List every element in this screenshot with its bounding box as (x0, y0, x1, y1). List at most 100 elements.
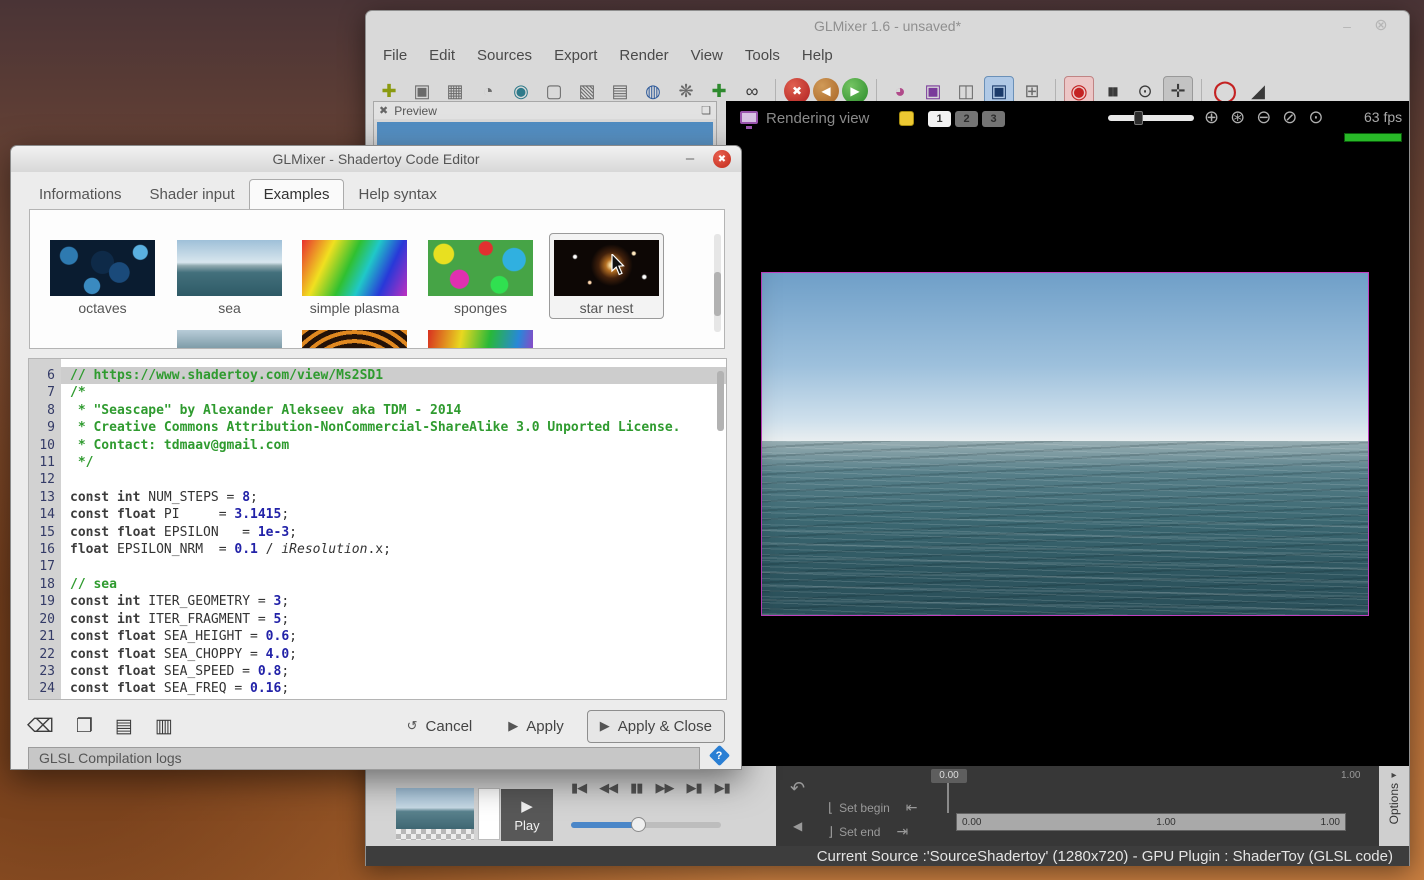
example-simple-plasma[interactable]: simple plasma (302, 240, 407, 316)
line-number: 15 (39, 524, 55, 540)
pause-icon[interactable]: ▮▮ (630, 780, 643, 796)
tab-informations[interactable]: Informations (25, 180, 136, 210)
duplicate-code-icon[interactable]: ❐ (76, 715, 93, 738)
menu-export[interactable]: Export (543, 43, 608, 69)
example-thumbnail-partial[interactable] (177, 330, 282, 348)
code-line: 23 const float SEA_SPEED = 0.8; (29, 663, 726, 680)
dialog-titlebar[interactable]: GLMixer - Shadertoy Code Editor – ✖ (11, 146, 741, 172)
menu-edit[interactable]: Edit (418, 43, 466, 69)
dialog-title: GLMixer - Shadertoy Code Editor (272, 151, 480, 167)
code-scrollbar[interactable] (717, 367, 724, 693)
example-thumbnail-partial[interactable] (302, 330, 407, 348)
dialog-minimize-icon[interactable]: – (681, 150, 699, 167)
line-number: 17 (39, 559, 55, 575)
menu-help[interactable]: Help (791, 43, 844, 69)
example-label: octaves (78, 300, 127, 316)
zoom-in-icon[interactable]: ⊕ (1204, 107, 1219, 128)
line-number: 13 (39, 489, 55, 505)
menu-tools[interactable]: Tools (734, 43, 791, 69)
line-number: 21 (39, 629, 55, 645)
skip-backward-icon[interactable]: ▮◀ (571, 780, 587, 796)
cancel-button[interactable]: ↺ Cancel (394, 710, 486, 743)
zoom-reset-icon[interactable]: ⊘ (1282, 107, 1297, 128)
line-number: 12 (39, 472, 55, 488)
collapse-timeline-icon[interactable]: ◀ (793, 819, 802, 833)
end-mark-icon[interactable]: ⌋ (828, 824, 833, 840)
minimize-icon[interactable]: – (1337, 17, 1357, 35)
line-number: 6 (47, 368, 55, 383)
play-label: Play (514, 818, 540, 833)
example-octaves[interactable]: octaves (50, 240, 155, 316)
layer-button-3[interactable]: 3 (982, 111, 1005, 127)
set-begin-row: ⌊ Set begin ⇤ (828, 799, 918, 816)
options-strip[interactable]: ▸ Options (1379, 766, 1409, 846)
menu-file[interactable]: File (372, 43, 418, 69)
compilation-logs-label: GLSL Compilation logs (39, 750, 182, 766)
fast-forward-icon[interactable]: ▶▶ (655, 780, 674, 796)
line-number: 23 (39, 663, 55, 679)
source-thumbnail[interactable] (396, 788, 474, 840)
toolbar-separator (775, 79, 776, 103)
preview-detach-icon[interactable]: ❏ (701, 104, 711, 117)
close-icon[interactable]: ⊗ (1371, 17, 1391, 35)
apply-button[interactable]: ▶ Apply (495, 710, 577, 743)
insert-template-icon[interactable]: ▥ (155, 715, 173, 738)
skip-forward-icon[interactable]: ▶▮ (686, 780, 702, 796)
code-editor[interactable]: 6// https://www.shadertoy.com/view/Ms2SD… (28, 358, 727, 700)
help-icon[interactable]: ? (708, 744, 731, 767)
tab-shader-input[interactable]: Shader input (136, 180, 249, 210)
goto-end-icon[interactable]: ⇥ (896, 823, 908, 840)
example-star-nest[interactable]: star nest (549, 233, 664, 319)
example-sponges[interactable]: sponges (428, 240, 533, 316)
code-line: 10 * Contact: tdmaav@gmail.com (29, 437, 726, 454)
line-number: 22 (39, 646, 55, 662)
dialog-close-icon[interactable]: ✖ (713, 150, 731, 168)
preview-close-icon[interactable]: ✖ (379, 104, 388, 117)
timeline-speed-value: 1.00 (1156, 816, 1176, 828)
apply-close-button[interactable]: ▶ Apply & Close (586, 709, 725, 743)
zoom-slider[interactable] (1108, 111, 1194, 125)
zoom-slider-knob[interactable] (1134, 111, 1143, 125)
render-output[interactable] (761, 272, 1369, 616)
compilation-logs-bar[interactable]: GLSL Compilation logs (28, 747, 700, 770)
timeline-track[interactable]: 0.00 1.00 1.00 (956, 813, 1346, 831)
example-thumbnail (554, 240, 659, 296)
begin-mark-icon[interactable]: ⌊ (828, 800, 833, 816)
source-slot[interactable] (478, 788, 500, 840)
speed-slider-knob[interactable] (631, 817, 646, 832)
window-titlebar[interactable]: GLMixer 1.6 - unsaved* – ⊗ (366, 11, 1409, 41)
paste-code-icon[interactable]: ▤ (115, 715, 133, 738)
example-thumbnail-partial[interactable] (428, 330, 533, 348)
example-sea[interactable]: sea (177, 240, 282, 316)
clear-code-icon[interactable]: ⌫ (27, 715, 54, 738)
catalog-toggle-button[interactable] (899, 111, 914, 126)
speed-slider[interactable] (571, 817, 721, 832)
set-begin-label[interactable]: Set begin (839, 801, 890, 815)
play-to-end-icon[interactable]: ▶▮ (715, 780, 731, 796)
code-scrollbar-thumb[interactable] (717, 371, 724, 431)
zoom-icon-group: ⊕ ⊛ ⊖ ⊘ ⊙ (1204, 107, 1323, 128)
play-button[interactable]: ▶ Play (501, 789, 553, 841)
code-line: 16 float EPSILON_NRM = 0.1 / iResolution.… (29, 541, 726, 558)
restart-loop-icon[interactable]: ↶ (790, 778, 805, 799)
line-number: 11 (39, 455, 55, 471)
menu-sources[interactable]: Sources (466, 43, 543, 69)
goto-begin-icon[interactable]: ⇤ (906, 799, 918, 816)
tab-examples[interactable]: Examples (248, 179, 345, 211)
layer-button-1[interactable]: 1 (928, 111, 951, 127)
layer-button-2[interactable]: 2 (955, 111, 978, 127)
menu-render[interactable]: Render (608, 43, 679, 69)
set-end-label[interactable]: Set end (839, 825, 880, 839)
options-arrow-icon[interactable]: ▸ (1391, 770, 1396, 781)
tab-help-syntax[interactable]: Help syntax (344, 180, 450, 210)
examples-scrollbar-thumb[interactable] (714, 272, 721, 316)
line-number: 7 (47, 385, 55, 401)
examples-scrollbar[interactable] (714, 234, 721, 332)
zoom-current-icon[interactable]: ⊙ (1308, 107, 1323, 128)
rewind-icon[interactable]: ◀◀ (599, 780, 618, 796)
zoom-out-icon[interactable]: ⊖ (1256, 107, 1271, 128)
zoom-fit-icon[interactable]: ⊛ (1230, 107, 1245, 128)
playhead-marker[interactable]: 0.00 (931, 769, 967, 783)
line-number: 10 (39, 437, 55, 453)
menu-view[interactable]: View (680, 43, 734, 69)
